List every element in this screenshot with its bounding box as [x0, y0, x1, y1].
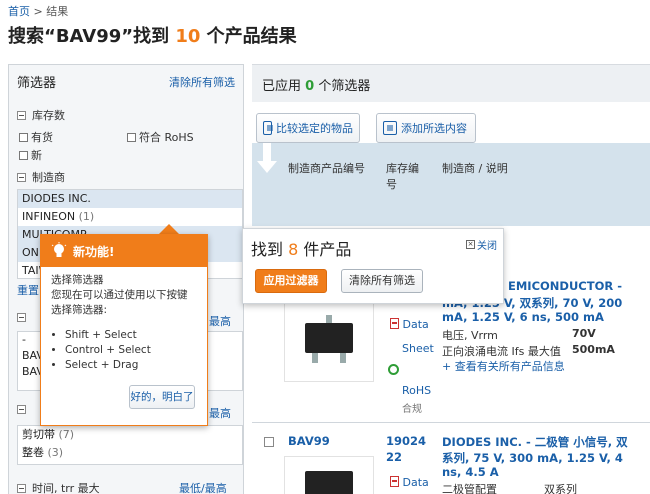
pdf-icon [390, 476, 399, 487]
pdf-icon [390, 318, 399, 329]
results-table-header: 制造商产品编号 库存编 号 制造商 / 说明 [252, 143, 650, 226]
select-arrow-icon [257, 143, 277, 173]
package-section-toggle[interactable] [17, 313, 26, 322]
range-high-link[interactable]: 最高 [209, 313, 231, 329]
list-item[interactable]: DIODES INC. [18, 190, 242, 208]
spec-value: 70V [572, 327, 596, 340]
product-select-checkbox[interactable] [264, 437, 274, 447]
cart-icon [383, 121, 397, 135]
filter-panel-title: 筛选器 [17, 76, 57, 91]
list-item[interactable]: INFINEON (1) [18, 208, 242, 226]
collapse-icon [17, 172, 26, 182]
column-mfr-part[interactable]: 制造商产品编号 [288, 161, 365, 177]
page-title: 搜索“BAV99”找到 10 个产品结果 [8, 26, 297, 47]
clear-all-filters-link[interactable]: 清除所有筛选 [169, 74, 235, 90]
tooltip-title: 新功能! [73, 244, 115, 259]
time-range-link[interactable]: 最低/最高 [179, 480, 227, 494]
reset-link[interactable]: 重置 [17, 282, 39, 298]
filter-panel-header: 筛选器 清除所有筛选 [9, 65, 243, 95]
spec-label: 二极管配置 [442, 483, 497, 494]
list-item: Select + Drag [65, 358, 197, 373]
stock-number-link[interactable]: 19024 [386, 434, 426, 448]
results-found-popup: 找到 8 件产品 × 关闭 应用过滤器 清除所有筛选 [242, 228, 504, 304]
new-checkbox[interactable]: 新 [19, 147, 42, 163]
spec-value: 双系列 [544, 483, 577, 494]
range-high-link[interactable]: 最高 [209, 405, 231, 421]
datasheet-link[interactable]: Data [390, 318, 429, 331]
rohs-compliant-label: 合规 [402, 404, 422, 415]
spec-label: 电压, Vrrm [442, 329, 498, 342]
list-item: Control + Select [65, 343, 197, 358]
add-selected-button[interactable]: 添加所选内容 [376, 113, 476, 143]
breadcrumb-home-link[interactable]: 首页 [8, 5, 30, 18]
rohs-label[interactable]: RoHS [402, 384, 431, 397]
collapse-icon [17, 405, 26, 414]
column-mfr-desc[interactable]: 制造商 / 说明 [442, 161, 508, 177]
collapse-icon [17, 110, 26, 120]
close-icon: × [466, 240, 475, 249]
popup-close-button[interactable]: × 关闭 [466, 237, 497, 252]
results-found-title: 找到 8 件产品 [251, 240, 352, 259]
spec-label: 正向浪涌电流 Ifs 最大值 [442, 345, 561, 358]
spec-value: 500mA [572, 343, 615, 356]
compare-selected-button[interactable]: 比较选定的物品 [256, 113, 360, 143]
lightbulb-icon [51, 242, 67, 257]
result-count: 10 [175, 26, 201, 47]
list-item: Shift + Select [65, 328, 197, 343]
breadcrumb-current: 结果 [46, 5, 69, 18]
time-section-toggle[interactable]: 时间, trr 最大 [17, 480, 100, 494]
datasheet-link-line2[interactable]: Sheet [402, 342, 434, 355]
datasheet-link[interactable]: Data [390, 476, 429, 489]
tooltip-line: 选择筛选器 [51, 274, 104, 286]
new-feature-tooltip: 新功能! 选择筛选器 您现在可以通过使用以下按键选择筛选器: Shift + S… [40, 234, 208, 426]
applied-count: 0 [305, 79, 315, 94]
packaging-list[interactable]: 剪切带 (7) 整卷 (3) [17, 425, 243, 465]
breadcrumb: 首页 > 结果 [8, 3, 68, 19]
view-all-info-link[interactable]: + 查看有关所有产品信息 [442, 358, 565, 374]
shortcut-list: Shift + Select Control + Select Select +… [51, 328, 197, 373]
in-stock-checkbox[interactable]: 有货 [19, 129, 53, 145]
product-part-link[interactable]: BAV99 [288, 434, 330, 448]
collapse-icon [17, 483, 26, 493]
breadcrumb-separator: > [33, 5, 43, 18]
packaging-section-toggle[interactable] [17, 405, 26, 414]
clear-all-filters-button[interactable]: 清除所有筛选 [341, 269, 423, 293]
column-stock-number[interactable]: 库存编 号 [386, 161, 419, 193]
product-image[interactable] [284, 300, 374, 382]
collapse-icon [17, 313, 26, 322]
rohs-checkbox[interactable]: 符合 RoHS [127, 129, 194, 145]
apply-filters-button[interactable]: 应用过滤器 [255, 269, 327, 293]
list-item[interactable]: 剪切带 (7) [18, 426, 242, 444]
applied-filters-bar: 已应用 0 个筛选器 [252, 64, 650, 102]
product-description[interactable]: EMICONDUCTOR - [508, 279, 622, 293]
stock-section-toggle[interactable]: 库存数 [17, 107, 65, 123]
compare-icon [263, 121, 273, 135]
rohs-icon [388, 364, 399, 378]
list-item[interactable]: 整卷 (3) [18, 444, 242, 462]
got-it-button[interactable]: 好的，明白了 [129, 385, 195, 409]
tooltip-line: 您现在可以通过使用以下按键选择筛选器: [51, 289, 188, 316]
product-description[interactable]: DIODES INC. - 二极管 小信号, 双 [442, 434, 628, 450]
product-image[interactable] [284, 456, 374, 494]
manufacturer-section-toggle[interactable]: 制造商 [17, 169, 65, 185]
